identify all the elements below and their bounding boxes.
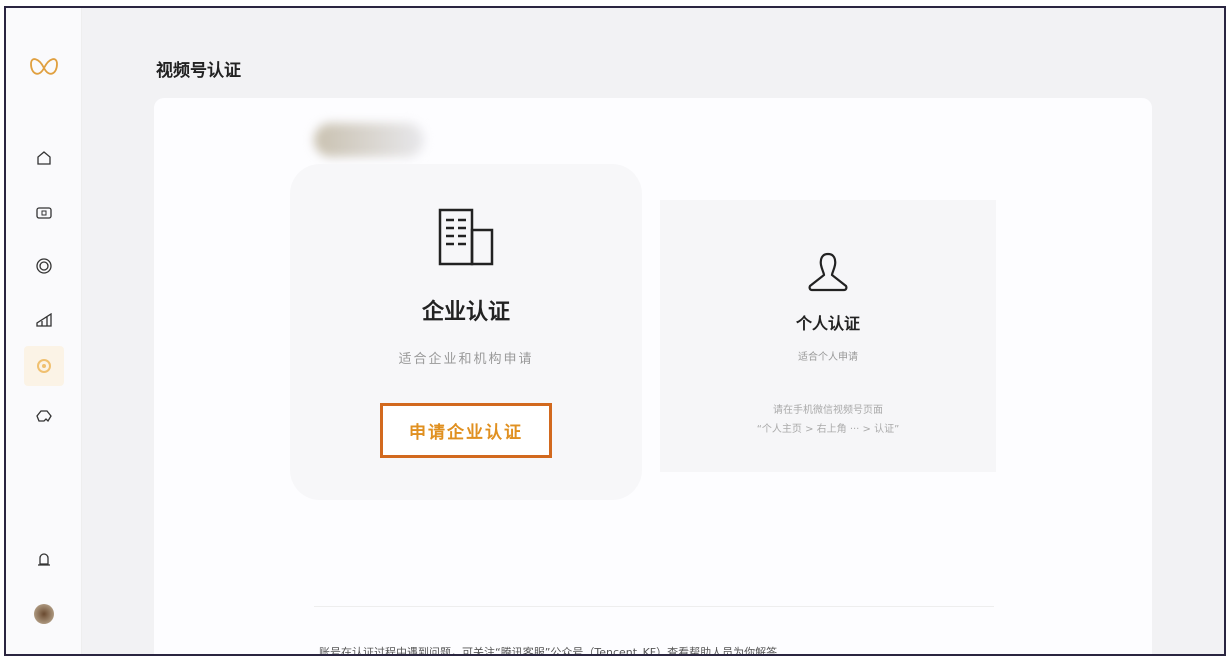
- page-title: 视频号认证: [156, 56, 241, 81]
- enterprise-title: 企业认证: [290, 294, 642, 326]
- apply-enterprise-button[interactable]: 申请企业认证: [380, 403, 552, 458]
- enterprise-option: 企业认证 适合企业和机构申请 申请企业认证: [290, 164, 642, 500]
- footer-help-text: 账号在认证过程中遇到问题，可关注“腾讯客服”公众号（Tencent_KF）查看帮…: [319, 644, 777, 656]
- personal-title: 个人认证: [660, 310, 996, 334]
- user-avatar[interactable]: [28, 598, 60, 630]
- cloud-icon[interactable]: [28, 400, 60, 432]
- personal-subtitle: 适合个人申请: [660, 348, 996, 363]
- account-avatar: [314, 123, 424, 157]
- settings-icon[interactable]: [24, 346, 64, 386]
- enterprise-subtitle: 适合企业和机构申请: [290, 348, 642, 367]
- building-icon: [290, 208, 642, 270]
- personal-hint-line1: 请在手机微信视频号页面: [660, 401, 996, 416]
- person-icon: [660, 252, 996, 296]
- personal-option: 个人认证 适合个人申请 请在手机微信视频号页面 “个人主页 > 右上角 ··· …: [660, 200, 996, 472]
- personal-hint-line2: “个人主页 > 右上角 ··· > 认证”: [660, 420, 996, 435]
- home-icon[interactable]: [28, 142, 60, 174]
- bell-icon[interactable]: [28, 544, 60, 576]
- chart-icon[interactable]: [28, 304, 60, 336]
- camera-icon[interactable]: [28, 196, 60, 228]
- sidebar: [6, 8, 82, 654]
- divider: [314, 606, 994, 607]
- verification-card: 企业认证 适合企业和机构申请 申请企业认证 个人认证 适合个人申请 请在手机微信…: [154, 98, 1152, 656]
- logo-icon: [28, 52, 60, 84]
- live-icon[interactable]: [28, 250, 60, 282]
- app-window: 视频号认证 企业认证 适合企业和机构申请 申请企业认证 个人认证 适合个人申请 …: [4, 6, 1226, 656]
